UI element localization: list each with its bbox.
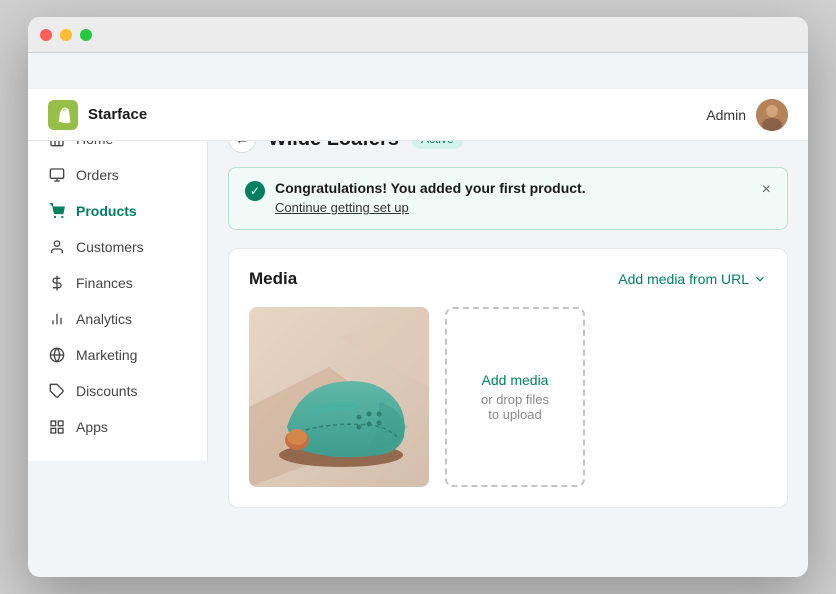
sidebar-item-orders[interactable]: Orders bbox=[28, 157, 207, 193]
titlebar bbox=[28, 17, 808, 53]
banner-link[interactable]: Continue getting set up bbox=[275, 200, 409, 215]
apps-icon bbox=[48, 418, 66, 436]
media-drop-zone[interactable]: Add media or drop filesto upload bbox=[445, 307, 585, 487]
close-icon[interactable]: × bbox=[762, 181, 771, 199]
media-card-header: Media Add media from URL bbox=[249, 269, 767, 289]
sidebar: Home Orders Products bbox=[28, 105, 208, 461]
sidebar-label-discounts: Discounts bbox=[76, 383, 137, 399]
products-icon bbox=[48, 202, 66, 220]
add-media-url-button[interactable]: Add media from URL bbox=[618, 271, 767, 287]
app-header: Starface Admin bbox=[28, 89, 808, 141]
sidebar-label-products: Products bbox=[76, 203, 137, 219]
avatar[interactable] bbox=[756, 99, 788, 131]
sidebar-item-discounts[interactable]: Discounts bbox=[28, 373, 207, 409]
minimize-button[interactable] bbox=[60, 29, 72, 41]
sidebar-item-customers[interactable]: Customers bbox=[28, 229, 207, 265]
sidebar-item-marketing[interactable]: Marketing bbox=[28, 337, 207, 373]
media-row: Add media or drop filesto upload bbox=[249, 307, 767, 487]
media-card: Media Add media from URL bbox=[228, 248, 788, 508]
sidebar-label-customers: Customers bbox=[76, 239, 144, 255]
shopify-logo-icon bbox=[48, 100, 78, 130]
sidebar-item-apps[interactable]: Apps bbox=[28, 409, 207, 445]
sidebar-label-analytics: Analytics bbox=[76, 311, 132, 327]
sidebar-label-marketing: Marketing bbox=[76, 347, 137, 363]
customers-icon bbox=[48, 238, 66, 256]
marketing-icon bbox=[48, 346, 66, 364]
finances-icon bbox=[48, 274, 66, 292]
success-banner: ✓ Congratulations! You added your first … bbox=[228, 167, 788, 230]
sidebar-item-finances[interactable]: Finances bbox=[28, 265, 207, 301]
app-window: Starface Admin bbox=[28, 17, 808, 577]
sidebar-label-apps: Apps bbox=[76, 419, 108, 435]
drop-zone-sublabel: or drop filesto upload bbox=[481, 392, 549, 422]
fullscreen-button[interactable] bbox=[80, 29, 92, 41]
success-icon: ✓ bbox=[245, 181, 265, 201]
sidebar-label-finances: Finances bbox=[76, 275, 133, 291]
orders-icon bbox=[48, 166, 66, 184]
product-image[interactable] bbox=[249, 307, 429, 487]
main-content: ← Wilde Loafers Active ✓ Congratulations… bbox=[208, 105, 808, 528]
close-button[interactable] bbox=[40, 29, 52, 41]
discounts-icon bbox=[48, 382, 66, 400]
add-media-label: Add media bbox=[482, 372, 549, 388]
sidebar-label-orders: Orders bbox=[76, 167, 119, 183]
admin-label: Admin bbox=[706, 107, 746, 123]
sidebar-item-products[interactable]: Products bbox=[28, 193, 207, 229]
media-title: Media bbox=[249, 269, 297, 289]
app-layout: Home Orders Products bbox=[28, 105, 808, 528]
banner-message: Congratulations! You added your first pr… bbox=[275, 180, 586, 196]
analytics-icon bbox=[48, 310, 66, 328]
sidebar-item-analytics[interactable]: Analytics bbox=[28, 301, 207, 337]
store-name: Starface bbox=[88, 106, 147, 123]
